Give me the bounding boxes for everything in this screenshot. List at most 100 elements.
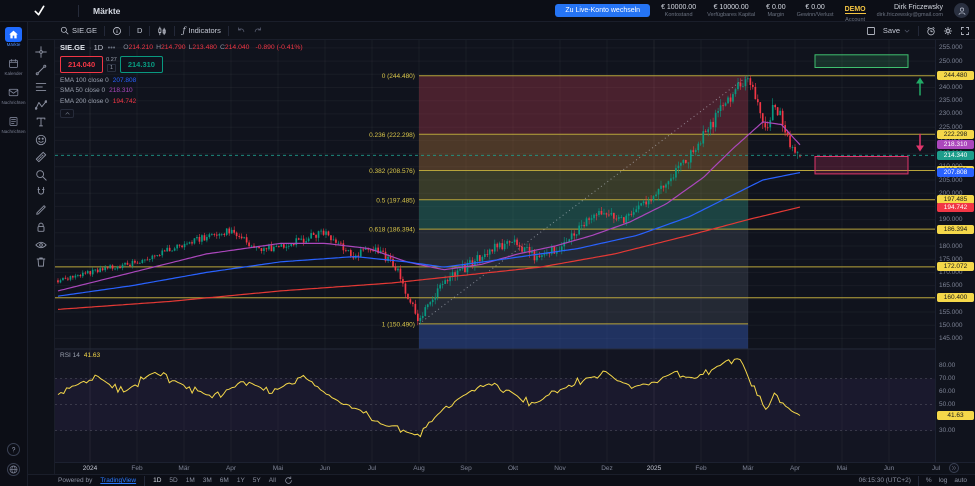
time-label: Apr bbox=[226, 465, 236, 472]
scale-option-log[interactable]: log bbox=[939, 477, 948, 484]
timeframe-All[interactable]: All bbox=[269, 477, 276, 484]
svg-text:0.618 (186.394): 0.618 (186.394) bbox=[369, 227, 415, 234]
demo-account-badge: DEMO Account bbox=[845, 0, 866, 23]
time-label: Feb bbox=[131, 465, 142, 472]
redo-icon[interactable] bbox=[253, 26, 263, 36]
price-tick: 165.000 bbox=[939, 282, 963, 289]
save-button[interactable]: Save bbox=[883, 26, 911, 35]
axis-price-label: 186.394 bbox=[937, 225, 974, 234]
chart-legend: SIE.GE 1D O214.210H214.790L213.480C214.0… bbox=[60, 43, 303, 118]
help-icon[interactable] bbox=[7, 443, 20, 456]
account-stat: € 10000.00Kontostand bbox=[661, 4, 696, 18]
price-tick: 255.000 bbox=[939, 44, 963, 51]
svg-text:0 (244.480): 0 (244.480) bbox=[382, 73, 415, 80]
time-label: Nov bbox=[554, 465, 566, 472]
price-tick: 190.000 bbox=[939, 216, 963, 223]
layout-icon[interactable] bbox=[866, 26, 876, 36]
globe-icon[interactable] bbox=[7, 463, 20, 476]
timeframe-6M[interactable]: 6M bbox=[220, 477, 229, 484]
crosshair-tool[interactable] bbox=[32, 45, 50, 59]
axis-price-label: 214.340 bbox=[937, 151, 974, 160]
sidebar-footer bbox=[7, 443, 20, 486]
rsi-tick: 50.00 bbox=[939, 401, 955, 408]
tradingview-link[interactable]: TradingView bbox=[100, 477, 136, 484]
indicator-row[interactable]: SMA 50 close 0218.310 bbox=[60, 87, 303, 94]
rsi-tick: 60.00 bbox=[939, 388, 955, 395]
gear-icon[interactable] bbox=[943, 26, 953, 36]
sidebar-item-nachrichten[interactable]: Nachrichten bbox=[0, 114, 27, 135]
more-options-icon[interactable] bbox=[107, 43, 116, 52]
quantity-value[interactable]: 1 bbox=[107, 64, 116, 72]
fx-icon: ƒ bbox=[182, 26, 185, 35]
interval-button[interactable]: D bbox=[137, 26, 142, 35]
legend-ohlc: O214.210H214.790L213.480C214.040 bbox=[123, 44, 249, 51]
chevron-down-icon bbox=[903, 27, 911, 35]
indicator-row[interactable]: EMA 200 close 0194.742 bbox=[60, 98, 303, 105]
measure-tool[interactable] bbox=[32, 150, 50, 164]
sidebar-item-nachrichten[interactable]: Nachrichten bbox=[0, 85, 27, 106]
avatar[interactable] bbox=[954, 3, 969, 18]
brush-tool[interactable] bbox=[32, 203, 50, 217]
indicator-row[interactable]: EMA 100 close 0207.808 bbox=[60, 77, 303, 84]
sidebar-item-kalender[interactable]: Kalender bbox=[0, 56, 27, 77]
spread-block: 0.27 1 bbox=[103, 56, 120, 73]
demo-badge-value: DEMO bbox=[845, 6, 866, 14]
time-label: Mär bbox=[742, 465, 753, 472]
legend-interval: 1D bbox=[89, 43, 103, 52]
axis-price-label: 222.298 bbox=[937, 130, 974, 139]
chevron-up-icon bbox=[64, 110, 71, 117]
axis-price-label: 172.072 bbox=[937, 262, 974, 271]
scroll-to-realtime-button[interactable] bbox=[949, 463, 959, 473]
lock-tool[interactable] bbox=[32, 220, 50, 234]
legend-symbol[interactable]: SIE.GE bbox=[60, 43, 85, 52]
markets-title[interactable]: Märkte bbox=[93, 6, 120, 16]
timeframe-3M[interactable]: 3M bbox=[203, 477, 212, 484]
rsi-label[interactable]: RSI 14 bbox=[60, 352, 80, 359]
fullscreen-icon[interactable] bbox=[960, 26, 970, 36]
magnet-tool[interactable] bbox=[32, 185, 50, 199]
sidebar-item-märkte[interactable]: Märkte bbox=[0, 27, 27, 48]
pattern-tool[interactable] bbox=[32, 98, 50, 112]
timeframe-1D[interactable]: 1D bbox=[153, 477, 161, 484]
timeframe-5Y[interactable]: 5Y bbox=[253, 477, 261, 484]
scale-option-auto[interactable]: auto bbox=[954, 477, 967, 484]
refresh-icon[interactable] bbox=[284, 476, 293, 485]
symbol-search[interactable]: SIE.GE bbox=[60, 26, 97, 35]
timeframe-5D[interactable]: 5D bbox=[169, 477, 177, 484]
price-tick: 250.000 bbox=[939, 58, 963, 65]
indicators-button[interactable]: ƒ Indicators bbox=[182, 26, 221, 35]
hide-tool[interactable] bbox=[32, 238, 50, 252]
bottom-right-cluster: 06:15:30 (UTC+2) %logauto bbox=[859, 476, 967, 486]
scale-option-%[interactable]: % bbox=[926, 477, 932, 484]
sell-button[interactable]: 214.040 bbox=[60, 56, 103, 73]
switch-to-live-account-button[interactable]: Zu Live-Konto wechseln bbox=[555, 4, 650, 17]
collapse-legend-button[interactable] bbox=[60, 109, 74, 118]
timeframe-1Y[interactable]: 1Y bbox=[237, 477, 245, 484]
indicator-legend: EMA 100 close 0207.808 SMA 50 close 0218.… bbox=[60, 77, 303, 105]
buy-sell-widget: 214.040 0.27 1 214.310 bbox=[60, 56, 303, 73]
text-tool[interactable] bbox=[32, 115, 50, 129]
price-tick: 240.000 bbox=[939, 84, 963, 91]
alert-icon[interactable] bbox=[926, 26, 936, 36]
trendline-tool[interactable] bbox=[32, 63, 50, 77]
price-axis[interactable]: 255.000250.000245.000240.000235.000230.0… bbox=[935, 40, 975, 462]
bottom-bar: Powered by TradingView 1D5D1M3M6M1Y5YAll… bbox=[28, 474, 975, 486]
timeframe-buttons: 1D 5D 1M 3M 6M 1Y 5Y All bbox=[153, 477, 276, 484]
fib-retracement-tool[interactable] bbox=[32, 80, 50, 94]
emoji-tool[interactable] bbox=[32, 133, 50, 147]
chart-type-icon[interactable] bbox=[157, 26, 167, 36]
checkmark-logo-icon bbox=[33, 4, 46, 17]
app-logo-icon[interactable] bbox=[0, 4, 78, 17]
time-label: Okt bbox=[508, 465, 518, 472]
price-tick: 145.000 bbox=[939, 335, 963, 342]
time-axis[interactable]: 2024FebMärAprMaiJunJulAugSepOktNovDez202… bbox=[55, 462, 975, 474]
person-icon bbox=[957, 6, 967, 16]
zoom-tool[interactable] bbox=[32, 168, 50, 182]
delete-tool[interactable] bbox=[32, 255, 50, 269]
info-icon[interactable] bbox=[112, 26, 122, 36]
time-label: Apr bbox=[790, 465, 800, 472]
undo-icon[interactable] bbox=[236, 26, 246, 36]
buy-button[interactable]: 214.310 bbox=[120, 56, 163, 73]
user-info[interactable]: Dirk Friczewsky dirk.friczewsky@gmail.co… bbox=[877, 4, 943, 18]
timeframe-1M[interactable]: 1M bbox=[186, 477, 195, 484]
